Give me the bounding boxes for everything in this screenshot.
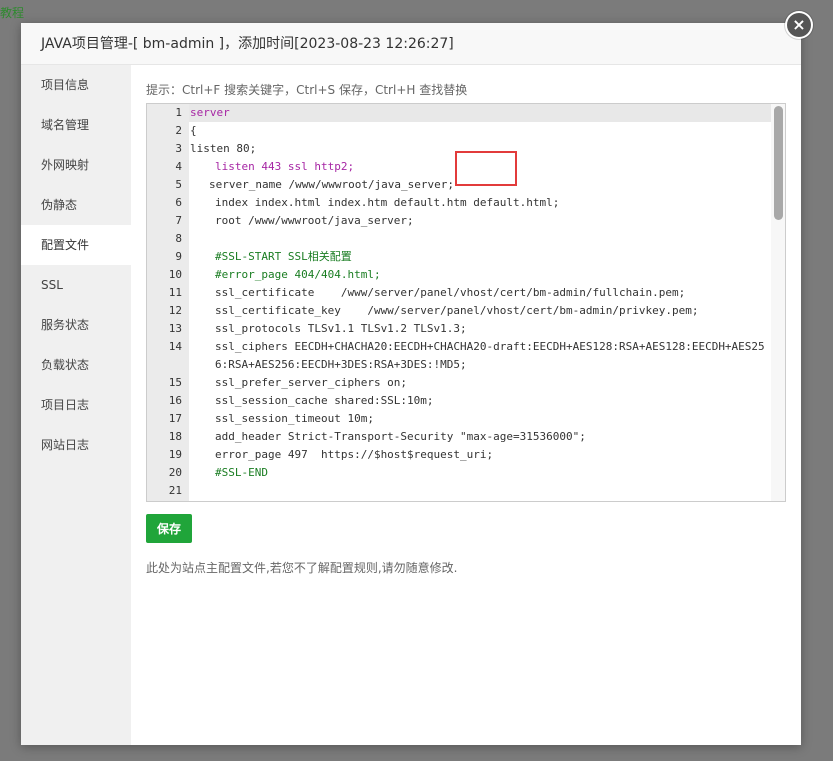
sidebar: 项目信息 域名管理 外网映射 伪静态 配置文件 SSL 服务状态 负载状态 项目…	[21, 65, 131, 745]
line-number: 18	[168, 430, 182, 443]
scrollbar-thumb[interactable]	[774, 106, 783, 220]
editor-line[interactable]: 21	[147, 482, 771, 500]
line-code: ssl_protocols TLSv1.1 TLSv1.2 TLSv1.3;	[215, 322, 467, 335]
line-number: 17	[168, 412, 182, 425]
line-number: 9	[175, 250, 182, 263]
line-code: ssl_session_cache shared:SSL:10m;	[215, 394, 434, 407]
sidebar-item-site-log[interactable]: 网站日志	[21, 425, 131, 465]
line-number: 16	[168, 394, 182, 407]
line-code: #error_page 404/404.html;	[215, 268, 381, 281]
line-number: 7	[175, 214, 182, 227]
editor-line[interactable]: 16 ssl_session_cache shared:SSL:10m;	[147, 392, 771, 410]
line-code: {	[190, 124, 197, 137]
line-code: index index.html index.htm default.htm d…	[215, 196, 560, 209]
config-dialog: JAVA项目管理-[ bm-admin ]，添加时间[2023-08-23 12…	[21, 23, 801, 745]
close-dialog-button[interactable]: ×	[785, 11, 813, 39]
editor-line[interactable]: 14 ssl_ciphers EECDH+CHACHA20:EECDH+CHAC…	[147, 338, 771, 374]
backdrop-tutorial-link[interactable]: 教程	[0, 4, 24, 21]
line-code: server	[189, 104, 771, 122]
sidebar-item-service-status[interactable]: 服务状态	[21, 305, 131, 345]
editor-line[interactable]: 1 server	[147, 104, 771, 122]
sidebar-item-ssl[interactable]: SSL	[21, 265, 131, 305]
line-number: 10	[168, 268, 182, 281]
editor-line[interactable]: 15 ssl_prefer_server_ciphers on;	[147, 374, 771, 392]
editor-line[interactable]: 10 #error_page 404/404.html;	[147, 266, 771, 284]
editor-line[interactable]: 6 index index.html index.htm default.htm…	[147, 194, 771, 212]
editor-line[interactable]: 2 {	[147, 122, 771, 140]
sidebar-item-external-mapping[interactable]: 外网映射	[21, 145, 131, 185]
editor-line[interactable]: 12 ssl_certificate_key /www/server/panel…	[147, 302, 771, 320]
line-number: 14	[168, 340, 182, 353]
line-code: #SSL-START SSL相关配置	[215, 250, 352, 263]
line-number: 11	[168, 286, 182, 299]
editor-scrollbar[interactable]	[771, 104, 785, 501]
line-number: 2	[175, 124, 182, 137]
editor-line[interactable]: 20 #SSL-END	[147, 464, 771, 482]
line-code: ssl_ciphers EECDH+CHACHA20:EECDH+CHACHA2…	[215, 340, 765, 371]
sidebar-item-config-file[interactable]: 配置文件	[21, 225, 131, 265]
line-number: 8	[175, 232, 182, 245]
sidebar-item-rewrite[interactable]: 伪静态	[21, 185, 131, 225]
editor-line[interactable]: 19 error_page 497 https://$host$request_…	[147, 446, 771, 464]
line-number: 19	[168, 448, 182, 461]
line-number: 21	[168, 484, 182, 497]
editor-line[interactable]: 8	[147, 230, 771, 248]
sidebar-item-domain-management[interactable]: 域名管理	[21, 105, 131, 145]
line-number: 1	[175, 106, 182, 119]
line-number: 5	[175, 178, 182, 191]
line-number: 15	[168, 376, 182, 389]
save-button[interactable]: 保存	[146, 514, 192, 543]
sidebar-item-load-status[interactable]: 负载状态	[21, 345, 131, 385]
line-code: ssl_certificate_key /www/server/panel/vh…	[215, 304, 699, 317]
annotation-highlight-box	[455, 151, 517, 186]
line-code: root /www/wwwroot/java_server;	[215, 214, 414, 227]
editor-line[interactable]: 17 ssl_session_timeout 10m;	[147, 410, 771, 428]
line-code: ssl_certificate /www/server/panel/vhost/…	[215, 286, 686, 299]
editor-line[interactable]: 11 ssl_certificate /www/server/panel/vho…	[147, 284, 771, 302]
config-warning-note: 此处为站点主配置文件,若您不了解配置规则,请勿随意修改.	[146, 561, 458, 575]
line-number: 3	[175, 142, 182, 155]
editor-line[interactable]: 18 add_header Strict-Transport-Security …	[147, 428, 771, 446]
line-number: 12	[168, 304, 182, 317]
line-number: 13	[168, 322, 182, 335]
line-number: 6	[175, 196, 182, 209]
line-code: error_page 497 https://$host$request_uri…	[215, 448, 494, 461]
editor-line[interactable]: 7 root /www/wwwroot/java_server;	[147, 212, 771, 230]
config-editor[interactable]: 1 server 2 { 3 listen 80; 4 listen 443 s…	[146, 103, 786, 502]
editor-line[interactable]: 13 ssl_protocols TLSv1.1 TLSv1.2 TLSv1.3…	[147, 320, 771, 338]
line-code: add_header Strict-Transport-Security "ma…	[215, 430, 586, 443]
shortcut-tip: 提示：Ctrl+F 搜索关键字，Ctrl+S 保存，Ctrl+H 查找替换	[146, 83, 468, 97]
sidebar-item-project-log[interactable]: 项目日志	[21, 385, 131, 425]
dialog-title: JAVA项目管理-[ bm-admin ]，添加时间[2023-08-23 12…	[21, 23, 801, 65]
line-code: ssl_prefer_server_ciphers on;	[215, 376, 408, 389]
line-code: ssl_session_timeout 10m;	[215, 412, 374, 425]
config-content: 提示：Ctrl+F 搜索关键字，Ctrl+S 保存，Ctrl+H 查找替换 1 …	[131, 65, 801, 745]
line-number: 4	[175, 160, 182, 173]
sidebar-item-project-info[interactable]: 项目信息	[21, 65, 131, 105]
close-icon: ×	[787, 13, 811, 37]
editor-line[interactable]: 9 #SSL-START SSL相关配置	[147, 248, 771, 266]
line-number: 20	[168, 466, 182, 479]
line-code: #SSL-END	[215, 466, 268, 479]
